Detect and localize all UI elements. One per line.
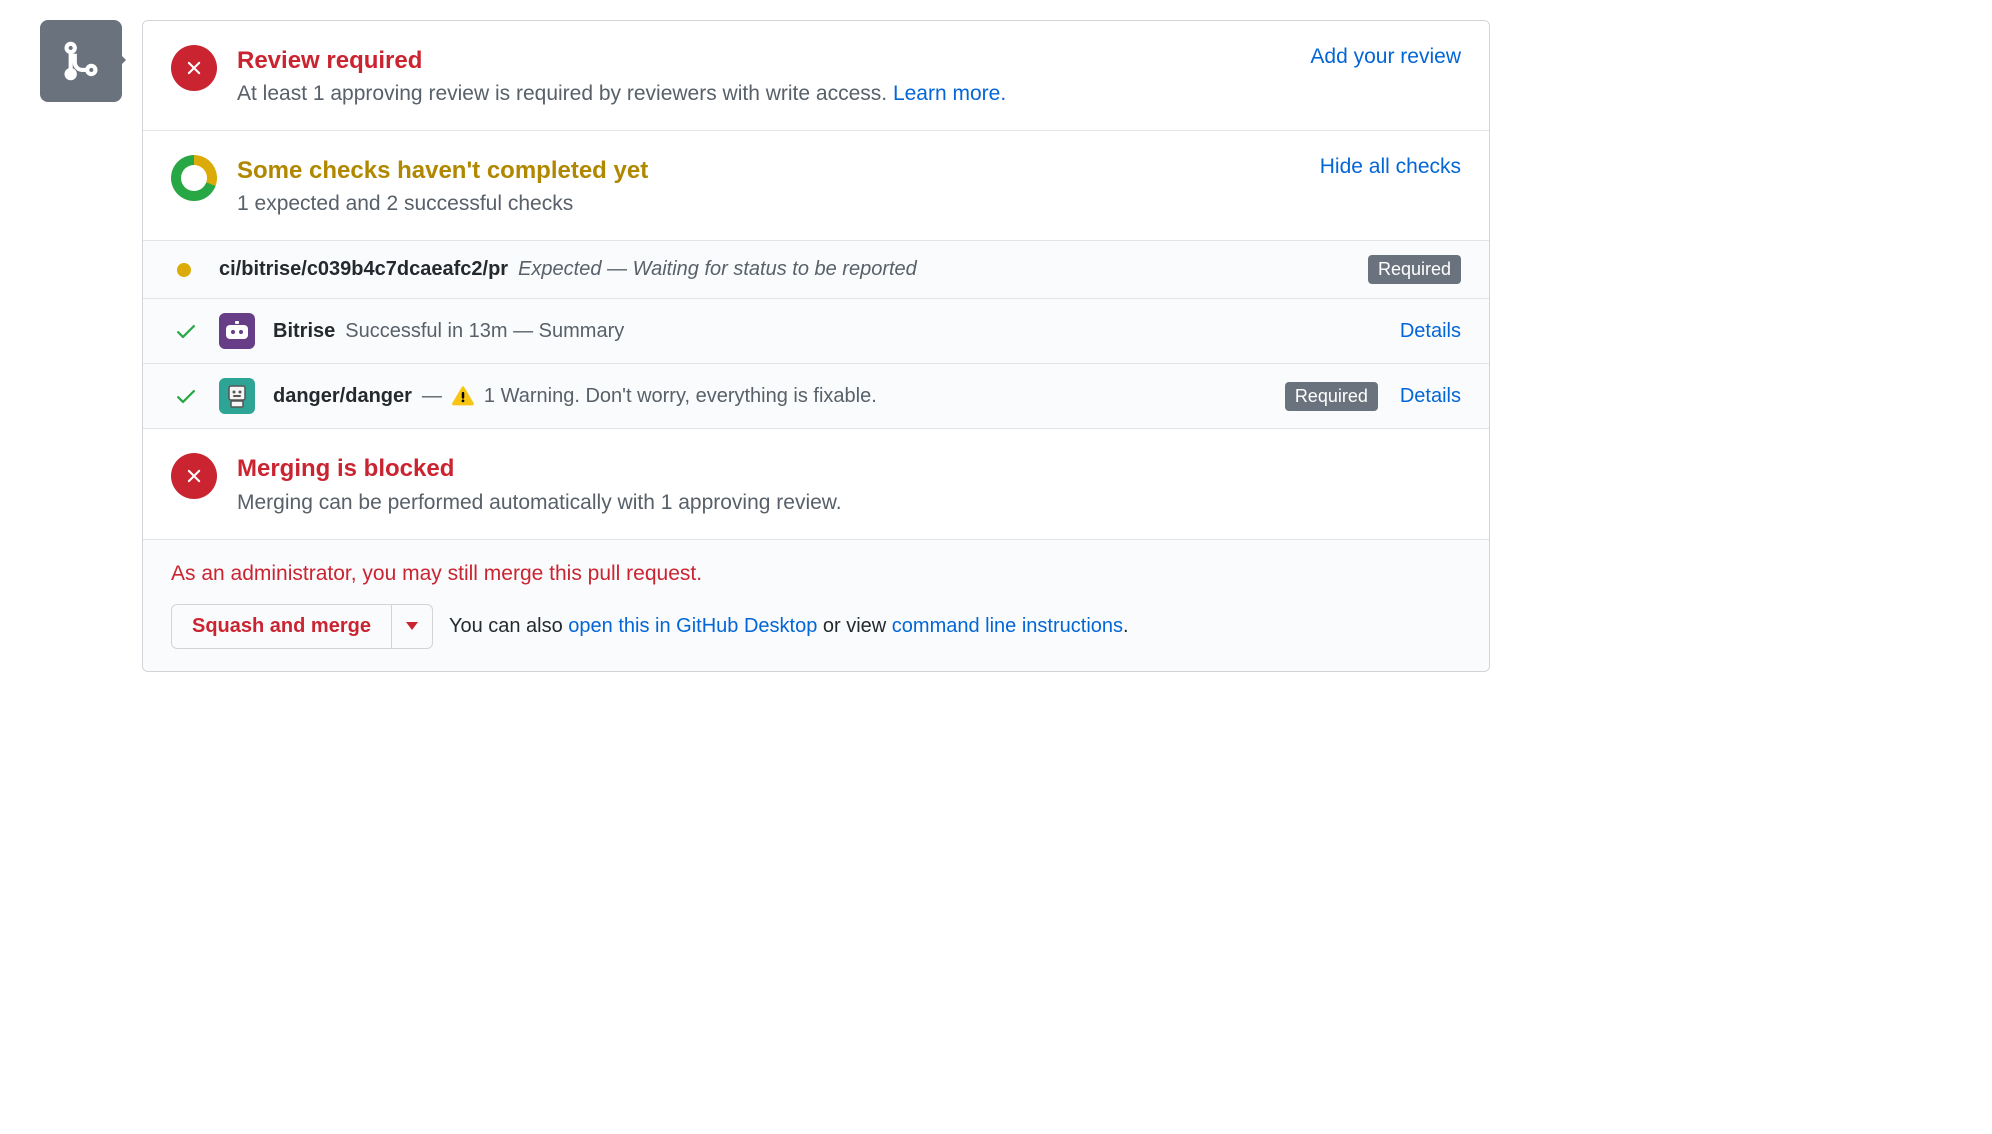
error-icon xyxy=(171,453,217,499)
git-merge-icon xyxy=(59,39,103,83)
review-required-description: At least 1 approving review is required … xyxy=(237,82,1006,106)
check-status-text: Successful in 13m — Summary xyxy=(345,320,624,343)
check-row: Bitrise Successful in 13m — Summary Deta… xyxy=(143,299,1489,364)
details-link[interactable]: Details xyxy=(1400,320,1461,343)
robot-face-icon xyxy=(224,321,250,341)
caret-down-icon xyxy=(406,622,418,630)
merge-footer: As an administrator, you may still merge… xyxy=(143,540,1489,671)
required-badge: Required xyxy=(1368,255,1461,284)
check-name: ci/bitrise/c039b4c7dcaeafc2/pr xyxy=(219,258,508,281)
checks-summary: 1 expected and 2 successful checks xyxy=(237,192,648,216)
check-icon xyxy=(174,319,198,343)
check-name: danger/danger xyxy=(273,385,412,408)
merge-status-panel: Review required At least 1 approving rev… xyxy=(142,20,1490,672)
review-required-title: Review required xyxy=(237,45,1006,76)
cli-instructions-link[interactable]: command line instructions xyxy=(892,615,1123,637)
success-status-icon xyxy=(171,319,201,343)
check-status-text: Expected — Waiting for status to be repo… xyxy=(518,258,917,281)
merging-blocked-description: Merging can be performed automatically w… xyxy=(237,491,1461,515)
success-status-icon xyxy=(171,384,201,408)
error-icon xyxy=(171,45,217,91)
check-status-text: 1 Warning. Don't worry, everything is fi… xyxy=(484,385,877,408)
checks-progress-icon xyxy=(171,155,217,201)
merge-status-icon xyxy=(40,20,122,102)
check-row: danger/danger — 1 Warning. Don't worry, … xyxy=(143,364,1489,429)
details-link[interactable]: Details xyxy=(1400,385,1461,408)
checks-section: Some checks haven't completed yet 1 expe… xyxy=(143,131,1489,241)
dash: — xyxy=(422,385,442,408)
pending-status-icon xyxy=(177,263,191,277)
robot-icon xyxy=(223,382,251,410)
danger-avatar-icon xyxy=(219,378,255,414)
learn-more-link[interactable]: Learn more. xyxy=(893,82,1006,105)
hide-checks-link[interactable]: Hide all checks xyxy=(1320,155,1461,179)
merge-hint-text: You can also open this in GitHub Desktop… xyxy=(449,615,1129,638)
warning-icon xyxy=(452,385,474,407)
check-icon xyxy=(174,384,198,408)
x-icon xyxy=(183,465,205,487)
bitrise-avatar-icon xyxy=(219,313,255,349)
check-name: Bitrise xyxy=(273,320,335,343)
merge-button-group: Squash and merge xyxy=(171,604,433,649)
x-icon xyxy=(183,57,205,79)
review-required-section: Review required At least 1 approving rev… xyxy=(143,21,1489,131)
open-desktop-link[interactable]: open this in GitHub Desktop xyxy=(568,615,817,637)
merging-blocked-title: Merging is blocked xyxy=(237,453,1461,484)
checks-title: Some checks haven't completed yet xyxy=(237,155,648,186)
merging-blocked-section: Merging is blocked Merging can be perfor… xyxy=(143,429,1489,539)
add-review-link[interactable]: Add your review xyxy=(1310,45,1461,69)
check-row: ci/bitrise/c039b4c7dcaeafc2/pr Expected … xyxy=(143,241,1489,299)
required-badge: Required xyxy=(1285,382,1378,411)
squash-merge-button[interactable]: Squash and merge xyxy=(171,604,392,649)
admin-override-note: As an administrator, you may still merge… xyxy=(171,562,1461,586)
merge-dropdown-button[interactable] xyxy=(392,604,433,649)
